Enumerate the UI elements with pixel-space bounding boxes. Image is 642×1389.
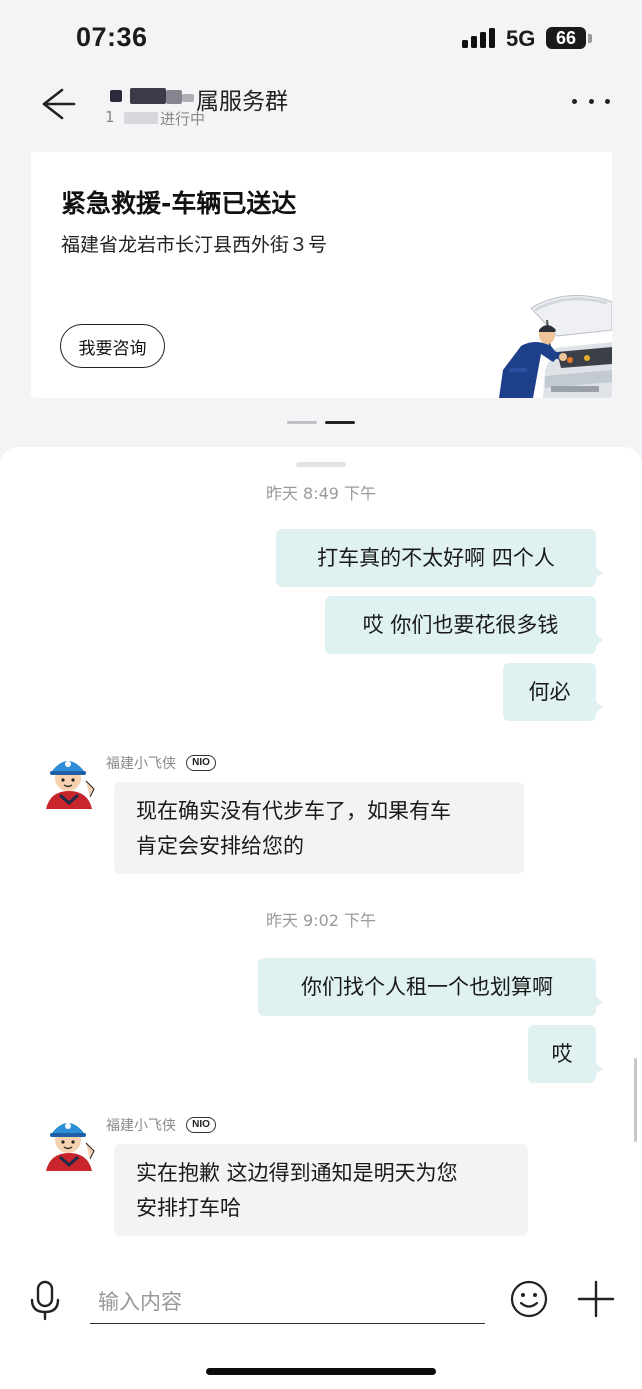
outgoing-message[interactable]: 打车真的不太好啊 四个人: [276, 529, 603, 587]
agent-avatar[interactable]: [42, 751, 96, 809]
message-line: 肯定会安排给您的: [136, 834, 304, 858]
subtitle-redacted: [124, 112, 158, 124]
message-line: 现在确实没有代步车了，如果有车: [136, 799, 451, 823]
carousel-dot-active[interactable]: [325, 421, 355, 424]
incoming-message[interactable]: 现在确实没有代步车了，如果有车 肯定会安排给您的: [114, 782, 524, 874]
home-indicator[interactable]: [206, 1368, 436, 1375]
agent-avatar[interactable]: [42, 1113, 96, 1171]
message-input[interactable]: [90, 1280, 485, 1324]
microphone-icon: [30, 1280, 60, 1321]
more-options-button[interactable]: [572, 99, 610, 107]
chat-title: 属服务群: [196, 89, 288, 115]
voice-input-button[interactable]: [26, 1278, 64, 1322]
more-dot: [605, 99, 610, 104]
network-type: 5G: [506, 26, 536, 51]
battery-cap: [588, 34, 592, 43]
outgoing-message[interactable]: 哎: [528, 1025, 603, 1083]
sender-name: 福建小飞侠: [106, 756, 176, 772]
emoji-button[interactable]: [509, 1279, 549, 1319]
chat-panel[interactable]: 昨天 8:49 下午 打车真的不太好啊 四个人 哎 你们也要花很多钱 何必 福建…: [0, 447, 642, 1389]
message-timestamp: 昨天 9:02 下午: [265, 911, 377, 930]
subtitle-prefix: 1: [105, 108, 115, 126]
message-line: 安排打车哈: [136, 1196, 241, 1220]
chat-status: 进行中: [160, 110, 206, 128]
nio-badge: NIO: [186, 755, 216, 771]
outgoing-message[interactable]: 你们找个人租一个也划算啊: [258, 958, 603, 1016]
smiley-icon: [510, 1280, 548, 1318]
outgoing-message[interactable]: 何必: [503, 663, 603, 721]
status-bar: 07:36 5G 66: [0, 0, 642, 76]
incoming-message[interactable]: 实在抱歉 这边得到通知是明天为您 安排打车哈: [114, 1144, 528, 1236]
carousel-dot[interactable]: [287, 421, 317, 424]
battery-icon: 66: [546, 27, 586, 49]
nio-badge: NIO: [186, 1117, 216, 1133]
sender-name: 福建小飞侠: [106, 1118, 176, 1134]
sheet-grabber[interactable]: [296, 462, 346, 467]
more-dot: [572, 99, 577, 104]
arrow-left-icon: [42, 88, 76, 120]
service-card[interactable]: 紧急救援-车辆已送达 福建省龙岩市长汀县西外街３号 我要咨询: [31, 152, 612, 398]
outgoing-message[interactable]: 哎 你们也要花很多钱: [325, 596, 603, 654]
mechanic-illustration: [495, 290, 612, 398]
more-actions-button[interactable]: [576, 1279, 616, 1319]
service-address: 福建省龙岩市长汀县西外街３号: [61, 234, 328, 256]
back-button[interactable]: [34, 82, 84, 126]
consult-button[interactable]: 我要咨询: [60, 324, 165, 368]
message-timestamp: 昨天 8:49 下午: [265, 484, 377, 503]
scrollbar[interactable]: [634, 1058, 637, 1142]
more-dot: [588, 99, 594, 104]
status-time: 07:36: [76, 22, 148, 52]
signal-icon: [462, 28, 496, 48]
service-card-title: 紧急救援-车辆已送达: [61, 189, 297, 218]
message-line: 实在抱歉 这边得到通知是明天为您: [136, 1161, 458, 1185]
plus-icon: [577, 1280, 615, 1318]
